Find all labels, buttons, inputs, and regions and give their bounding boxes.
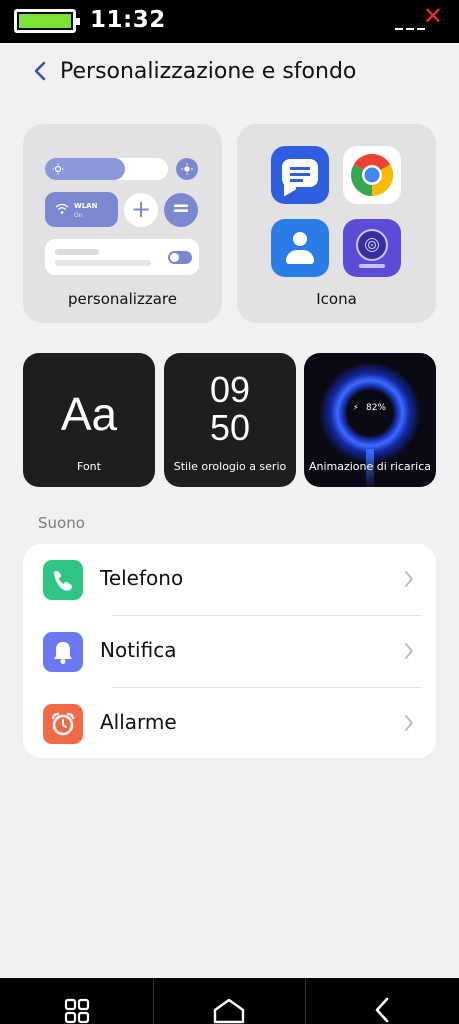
chevron-right-icon: [405, 571, 414, 587]
personalize-card[interactable]: WLAN On + = personalizzare: [23, 124, 222, 323]
header: Personalizzazione e sfondo: [0, 52, 459, 96]
list-item-notification[interactable]: Notifica: [23, 616, 436, 687]
recent-apps-icon: [64, 998, 90, 1024]
messages-icon: [271, 146, 329, 204]
section-title-sound: Suono: [38, 514, 85, 532]
chevron-right-icon: [405, 643, 414, 659]
charging-animation-card[interactable]: ⚡ 82% Animazione di ricarica: [304, 353, 436, 487]
window-controls[interactable]: ✕: [395, 2, 443, 36]
icon-card[interactable]: Icona: [237, 124, 436, 323]
status-bar: 11:32 ✕: [0, 0, 459, 43]
navigation-bar: [0, 978, 459, 1024]
battery-icon: [14, 9, 80, 33]
bell-icon: [43, 632, 83, 672]
phone-label: Telefono: [100, 566, 184, 590]
phone-icon: [43, 560, 83, 600]
brightness-low-icon: [52, 163, 64, 175]
back-arrow-icon[interactable]: [32, 60, 48, 82]
charging-animation-label: Animazione di ricarica: [308, 460, 432, 473]
wifi-icon: [55, 203, 69, 214]
icon-card-label: Icona: [316, 290, 357, 308]
clock-preview-minute: 50: [209, 407, 251, 448]
font-preview: Aa: [60, 388, 118, 440]
radio-icon: [343, 219, 401, 277]
alarm-icon: [43, 704, 83, 744]
brightness-high-icon: [181, 163, 193, 175]
home-button[interactable]: [154, 978, 306, 1024]
notification-label: Notifica: [100, 638, 177, 662]
alarm-label: Allarme: [100, 710, 177, 734]
chrome-icon: [343, 146, 401, 204]
clock: 11:32: [90, 7, 166, 33]
sound-list: Telefono Notifica Allarme: [23, 544, 436, 758]
charging-bolt-icon: ⚡: [353, 403, 359, 412]
list-item-alarm[interactable]: Allarme: [23, 688, 436, 759]
page-title: Personalizzazione e sfondo: [60, 59, 357, 84]
recent-apps-button[interactable]: [0, 978, 152, 1024]
clock-style-card[interactable]: 09 50 Stile orologio a serio: [164, 353, 296, 487]
back-button[interactable]: [306, 978, 458, 1024]
clock-style-label: Stile orologio a serio: [173, 460, 287, 473]
wlan-label: WLAN: [74, 202, 98, 210]
contacts-icon: [271, 219, 329, 277]
equals-icon: =: [171, 196, 191, 221]
wlan-status: On: [74, 212, 83, 219]
charging-percent: 82%: [366, 403, 387, 413]
personalize-label: personalizzare: [68, 290, 177, 308]
font-label: Font: [77, 460, 101, 473]
home-icon: [213, 998, 245, 1024]
plus-icon: +: [130, 195, 152, 223]
chevron-right-icon: [405, 715, 414, 731]
back-icon: [375, 997, 389, 1023]
list-item-phone[interactable]: Telefono: [23, 544, 436, 615]
close-icon[interactable]: ✕: [423, 2, 443, 30]
clock-preview-hour: 09: [209, 369, 251, 410]
font-card[interactable]: Aa Font: [23, 353, 155, 487]
charging-glow: [320, 363, 420, 463]
